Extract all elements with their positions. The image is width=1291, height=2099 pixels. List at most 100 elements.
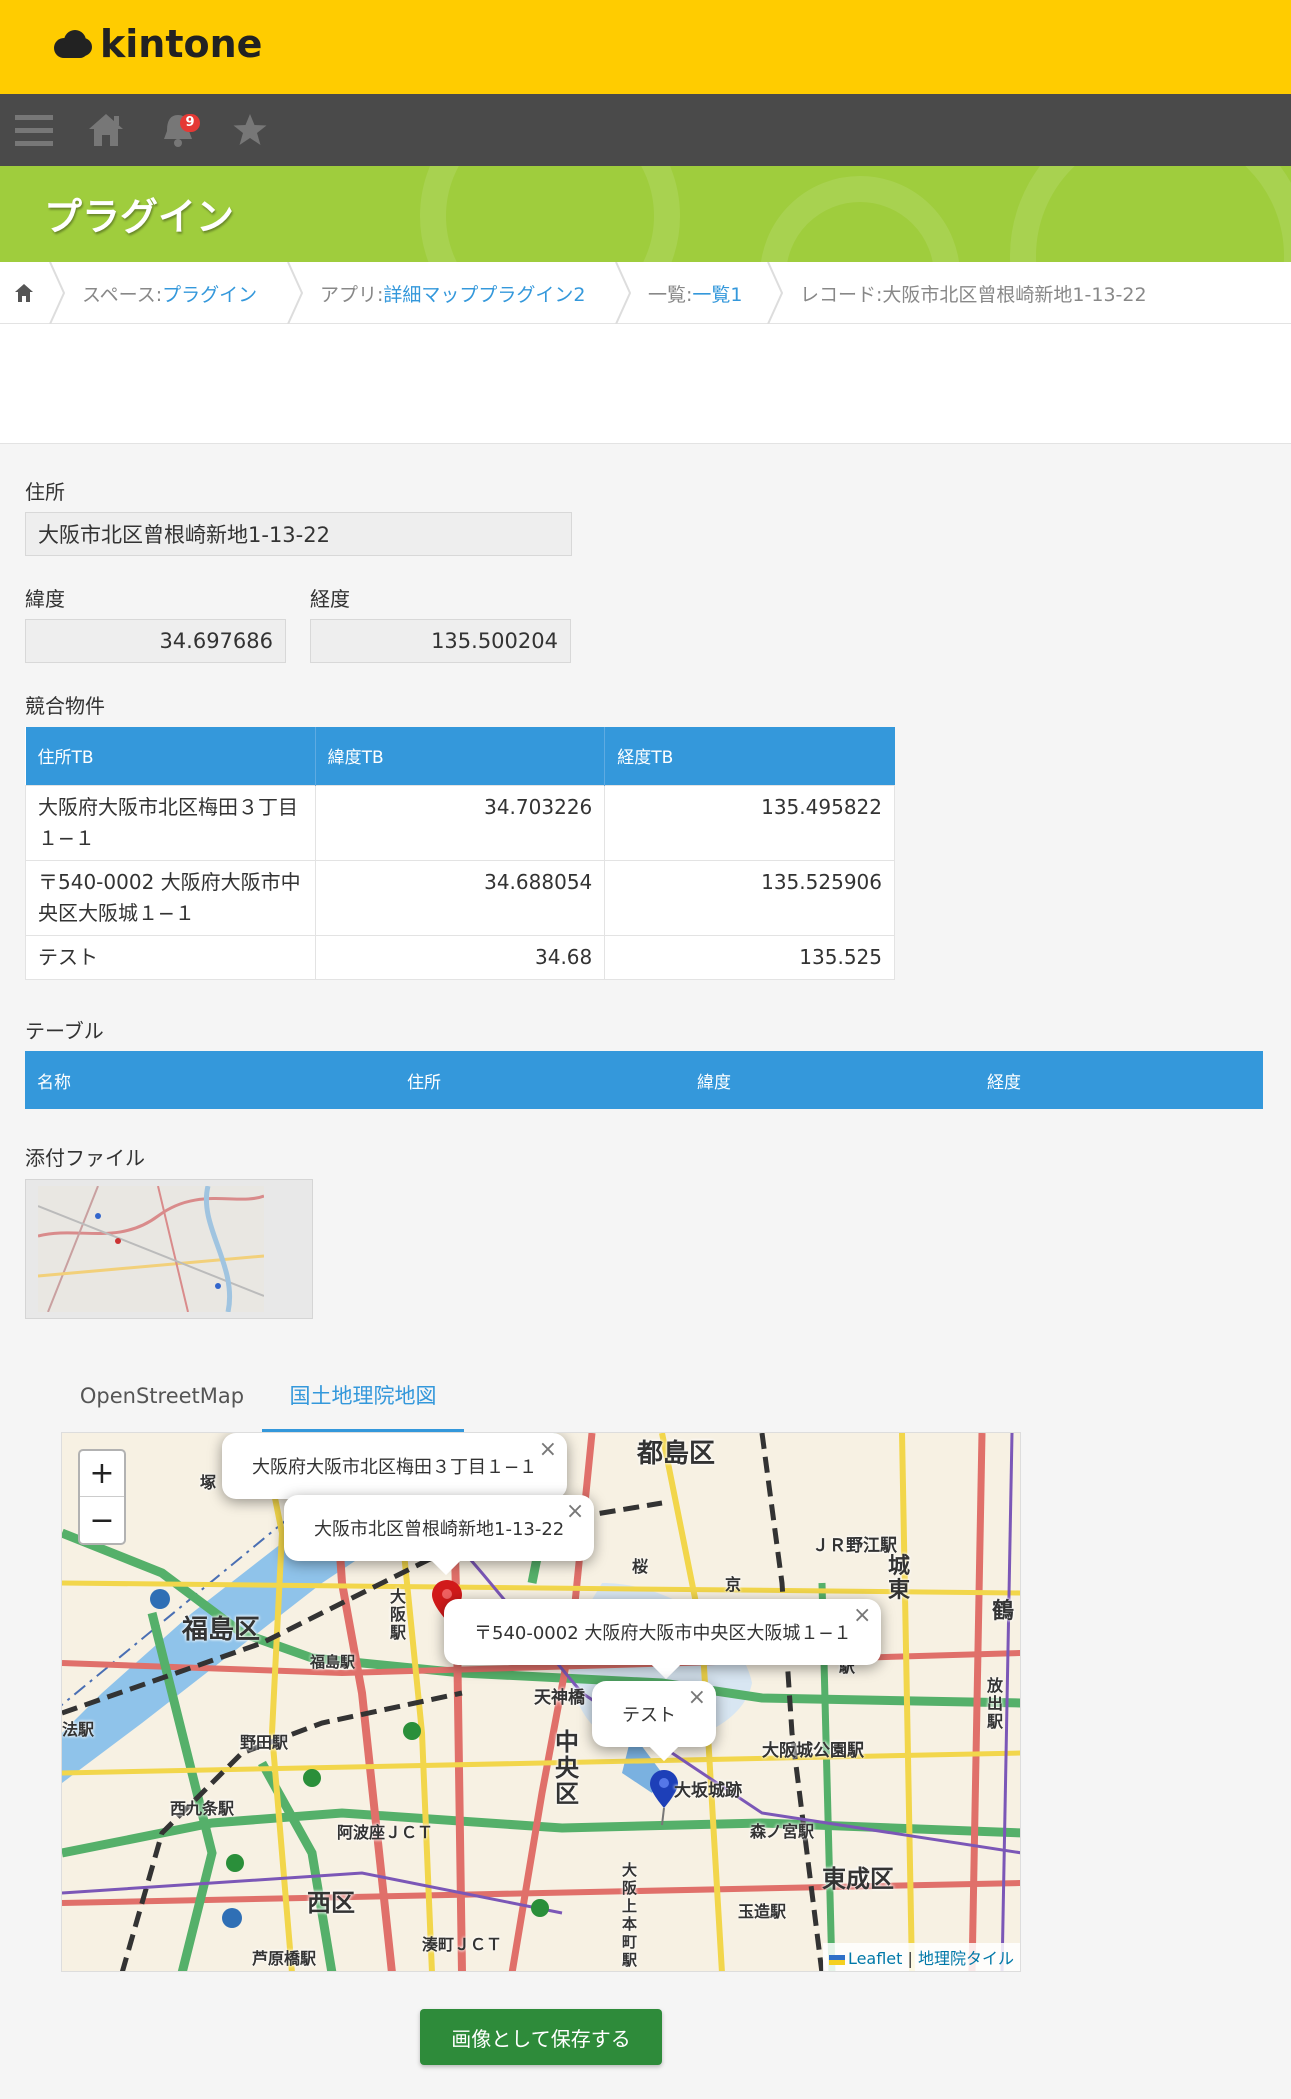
- map-popup: テスト ×: [592, 1681, 716, 1762]
- map-popup: 〒540-0002 大阪府大阪市中央区大阪城１−１ ×: [444, 1599, 882, 1680]
- app-name: kintone: [100, 22, 263, 66]
- breadcrumb-home-icon[interactable]: [14, 262, 34, 324]
- map-label: 玉造駅: [738, 1902, 787, 1921]
- toolbar-area: [0, 324, 1291, 444]
- map-label: 西九条駅: [170, 1799, 235, 1818]
- table-cell-lng: 135.495822: [604, 784, 895, 861]
- breadcrumb-list-link[interactable]: 一覧1: [692, 280, 742, 307]
- page-header: プラグイン: [0, 166, 1291, 262]
- map-label: 城東: [888, 1554, 911, 1603]
- bell-icon[interactable]: 9: [156, 108, 200, 152]
- leaflet-link[interactable]: Leaflet: [848, 1949, 902, 1968]
- global-nav: 9: [0, 94, 1291, 166]
- ukraine-flag-icon: [828, 1954, 845, 1965]
- map-label: 京: [725, 1575, 742, 1594]
- map-label: 中央区: [555, 1728, 579, 1808]
- competitors-table: 住所TB 緯度TB 経度TB 大阪府大阪市北区梅田３丁目１−１ 34.70322…: [25, 727, 895, 980]
- table-cell-lat: 34.68: [314, 934, 606, 980]
- table-cell-address: テスト: [25, 934, 316, 980]
- map-label: 放出駅: [987, 1676, 1004, 1731]
- column-header: 住所TB: [25, 727, 316, 785]
- breadcrumb-list-prefix: 一覧:: [648, 283, 693, 306]
- breadcrumb-record: レコード: 大阪市北区曾根崎新地1-13-22: [800, 262, 1147, 324]
- map-label: 野田駅: [240, 1733, 289, 1752]
- column-header: 緯度: [685, 1051, 975, 1109]
- zoom-control: + −: [78, 1449, 126, 1545]
- kintone-header: kintone: [0, 0, 1291, 94]
- breadcrumb-space-link[interactable]: プラグイン: [162, 280, 257, 307]
- popup-text: 大阪市北区曾根崎新地1-13-22: [314, 1519, 565, 1540]
- table-header-row: 名称 住所 緯度 経度: [25, 1051, 1263, 1109]
- map-label: 東成区: [822, 1865, 894, 1893]
- map-label: 桜: [632, 1557, 649, 1576]
- breadcrumb-space: スペース: プラグイン: [82, 262, 257, 324]
- home-icon[interactable]: [84, 108, 128, 152]
- table-row: 大阪府大阪市北区梅田３丁目１−１ 34.703226 135.495822: [25, 784, 895, 861]
- breadcrumb-app: アプリ: 詳細マッププラグイン2: [320, 262, 586, 324]
- menu-icon[interactable]: [12, 108, 56, 152]
- map-label: ＪＲ野江駅: [812, 1536, 897, 1556]
- map-popup: 大阪市北区曾根崎新地1-13-22 ×: [284, 1495, 595, 1576]
- table-label: テーブル: [25, 1019, 104, 1043]
- map-label: 芦原橋駅: [252, 1949, 317, 1968]
- breadcrumb-app-link[interactable]: 詳細マッププラグイン2: [383, 280, 585, 307]
- map-label: 湊町ＪＣＴ: [422, 1935, 503, 1954]
- breadcrumb-app-prefix: アプリ:: [320, 283, 384, 306]
- breadcrumb: スペース: プラグイン アプリ: 詳細マッププラグイン2 一覧: 一覧1 レコー…: [0, 262, 1291, 324]
- map-label: 天神橋: [534, 1688, 585, 1708]
- map-label: 西区: [307, 1889, 355, 1917]
- latitude-field: 34.697686: [25, 619, 286, 663]
- star-icon[interactable]: [228, 108, 272, 152]
- breadcrumb-separator-icon: [615, 262, 632, 324]
- attachment-thumbnail[interactable]: [38, 1186, 264, 1312]
- table-header-row: 住所TB 緯度TB 経度TB: [25, 727, 895, 785]
- breadcrumb-record-name: 大阪市北区曾根崎新地1-13-22: [882, 283, 1147, 306]
- longitude-label: 経度: [310, 587, 350, 611]
- breadcrumb-separator-icon: [49, 262, 66, 324]
- column-header: 経度: [975, 1051, 1263, 1109]
- competitors-label: 競合物件: [25, 694, 105, 718]
- map-label: 都島区: [637, 1439, 716, 1469]
- map-view[interactable]: 都島区 福島区 中央区 西区 東成区 大坂城跡 大阪城公園駅 天神橋 野田駅 西…: [61, 1432, 1021, 1972]
- map-label: 大坂城跡: [674, 1781, 742, 1801]
- column-header: 緯度TB: [315, 727, 606, 785]
- breadcrumb-list: 一覧: 一覧1: [648, 262, 743, 324]
- cloud-logo-icon: [50, 28, 94, 60]
- map-label: 阿波座ＪＣＴ: [337, 1823, 434, 1842]
- gsi-tiles-link[interactable]: 地理院タイル: [918, 1949, 1014, 1968]
- table-row: 〒540-0002 大阪府大阪市中央区大阪城１−１ 34.688054 135.…: [25, 859, 895, 936]
- breadcrumb-space-prefix: スペース:: [82, 283, 163, 306]
- kintone-logo[interactable]: kintone: [50, 22, 262, 66]
- map-label: 大阪上本町駅: [622, 1861, 638, 1969]
- map-label: 森ノ宮駅: [750, 1822, 815, 1841]
- zoom-in-button[interactable]: +: [80, 1451, 124, 1497]
- popup-close-icon[interactable]: ×: [566, 1499, 584, 1524]
- popup-text: 〒540-0002 大阪府大阪市中央区大阪城１−１: [474, 1623, 852, 1644]
- map-label: 大阪城公園駅: [762, 1741, 864, 1761]
- breadcrumb-separator-icon: [767, 262, 784, 324]
- empty-table: 名称 住所 緯度 経度: [25, 1051, 1263, 1109]
- map-attribution: Leaflet | 地理院タイル: [822, 1943, 1020, 1971]
- breadcrumb-separator-icon: [287, 262, 304, 324]
- zoom-out-button[interactable]: −: [80, 1497, 124, 1543]
- breadcrumb-record-prefix: レコード:: [800, 283, 883, 306]
- popup-close-icon[interactable]: ×: [853, 1603, 871, 1628]
- map-label: 塚: [200, 1473, 217, 1492]
- attribution-separator: |: [902, 1949, 918, 1968]
- save-as-image-button[interactable]: 画像として保存する: [420, 2009, 662, 2065]
- latitude-label: 緯度: [25, 587, 65, 611]
- tab-openstreetmap[interactable]: OpenStreetMap: [62, 1360, 262, 1432]
- map-label: 鶴: [992, 1599, 1015, 1624]
- popup-close-icon[interactable]: ×: [688, 1685, 706, 1710]
- address-field: 大阪市北区曾根崎新地1-13-22: [25, 512, 572, 556]
- attachment-label: 添付ファイル: [25, 1146, 145, 1170]
- map-label: 福島区: [182, 1615, 261, 1645]
- map-popup: 大阪府大阪市北区梅田３丁目１−１ ×: [222, 1433, 568, 1499]
- popup-close-icon[interactable]: ×: [539, 1437, 557, 1462]
- map-label: 福島駅: [310, 1653, 356, 1671]
- column-header: 住所: [395, 1051, 685, 1109]
- map-label: 大阪駅: [390, 1587, 407, 1642]
- page-title: プラグイン: [44, 195, 235, 239]
- table-cell-lat: 34.703226: [314, 784, 606, 861]
- tab-gsi-map[interactable]: 国土地理院地図: [262, 1360, 464, 1432]
